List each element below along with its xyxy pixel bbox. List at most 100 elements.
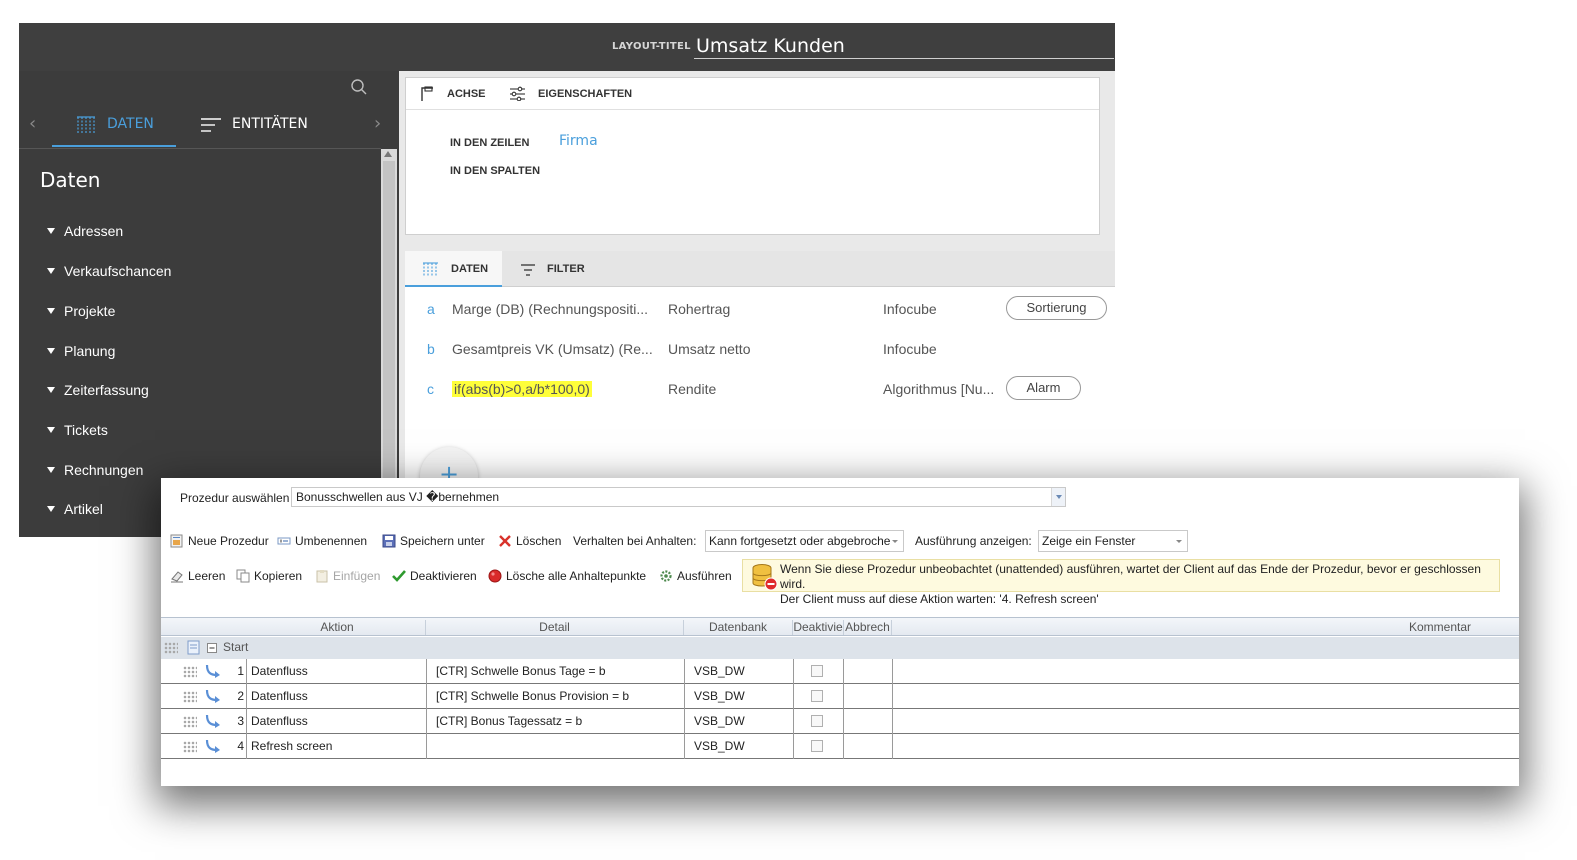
deactivate-checkbox[interactable] <box>811 715 823 727</box>
abort-cell[interactable] <box>843 659 892 684</box>
column-header-abort[interactable]: Abbrech <box>844 620 892 635</box>
dropdown-arrow-icon[interactable] <box>1051 488 1065 506</box>
database-cell[interactable]: VSB_DW <box>684 659 793 684</box>
caret-down-icon <box>47 268 55 274</box>
info-line: Wenn Sie diese Prozedur unbeobachtet (un… <box>780 562 1481 591</box>
detail-cell[interactable] <box>426 734 684 759</box>
collapse-icon[interactable] <box>207 643 217 653</box>
paste-button[interactable]: Einfügen <box>315 569 380 583</box>
clear-button[interactable]: Leeren <box>170 569 225 583</box>
step-number: 4 <box>237 739 244 753</box>
caret-down-icon <box>47 427 55 433</box>
comment-cell[interactable] <box>892 709 1519 734</box>
search-icon[interactable] <box>350 78 368 96</box>
measure-formula[interactable]: Marge (DB) (Rechnungspositi... <box>452 301 657 317</box>
measure-source: Infocube <box>883 341 937 357</box>
detail-cell[interactable]: [CTR] Schwelle Bonus Provision = b <box>426 684 684 709</box>
comment-cell[interactable] <box>892 659 1519 684</box>
tree-item-planung[interactable]: Planung <box>47 343 115 359</box>
action-cell[interactable]: Datenfluss <box>246 684 426 709</box>
tab-data[interactable]: DATEN <box>405 251 502 287</box>
step-number: 3 <box>237 714 244 728</box>
display-execution-select[interactable]: Zeige ein Fenster <box>1038 530 1188 552</box>
procedure-grid: Aktion Detail Datenbank Deaktivie Abbrec… <box>161 617 1519 763</box>
tree-item-artikel[interactable]: Artikel <box>47 501 103 517</box>
abort-cell[interactable] <box>843 734 892 759</box>
detail-cell[interactable]: [CTR] Bonus Tagessatz = b <box>426 709 684 734</box>
drag-handle-icon[interactable] <box>183 716 197 728</box>
comment-cell[interactable] <box>892 734 1519 759</box>
procedure-select[interactable]: Bonusschwellen aus VJ �bernehmen <box>291 487 1066 507</box>
tree-item-projekte[interactable]: Projekte <box>47 303 115 319</box>
deactivate-checkbox[interactable] <box>811 665 823 677</box>
list-item[interactable]: b Gesamtpreis VK (Umsatz) (Re... Umsatz … <box>405 336 1115 366</box>
column-header-action[interactable]: Aktion <box>249 620 426 635</box>
list-item[interactable]: c if(abs(b)>0,a/b*100,0) Rendite Algorit… <box>405 376 1115 406</box>
sort-button[interactable]: Sortierung <box>1006 296 1107 320</box>
tree-item-verkaufschancen[interactable]: Verkaufschancen <box>47 263 171 279</box>
run-button[interactable]: Ausführen <box>659 569 732 583</box>
tree-item-adressen[interactable]: Adressen <box>47 223 123 239</box>
detail-cell[interactable]: [CTR] Schwelle Bonus Tage = b <box>426 659 684 684</box>
rename-icon <box>277 537 291 545</box>
measure-formula[interactable]: Gesamtpreis VK (Umsatz) (Re... <box>452 341 657 357</box>
rows-value-chip[interactable]: Firma <box>559 133 598 149</box>
chevron-right-icon[interactable]: › <box>374 113 388 134</box>
rename-button[interactable]: Umbenennen <box>277 534 367 548</box>
tab-eigenschaften[interactable]: EIGENSCHAFTEN <box>538 88 632 100</box>
save-as-button[interactable]: Speichern unter <box>382 534 485 548</box>
database-cell[interactable]: VSB_DW <box>684 709 793 734</box>
tree-item-zeiterfassung[interactable]: Zeiterfassung <box>47 382 149 398</box>
delete-button[interactable]: Löschen <box>498 534 561 548</box>
measure-formula[interactable]: if(abs(b)>0,a/b*100,0) <box>452 381 657 397</box>
tree-item-tickets[interactable]: Tickets <box>47 422 108 438</box>
comment-cell[interactable] <box>892 684 1519 709</box>
clear-breakpoints-button[interactable]: Lösche alle Anhaltepunkte <box>488 569 646 583</box>
table-row[interactable]: 4 Refresh screen VSB_DW <box>161 734 1519 759</box>
tree-item-label: Rechnungen <box>64 462 144 478</box>
start-group-row[interactable]: Start <box>161 637 1519 659</box>
deactivate-button[interactable]: Deaktivieren <box>392 569 477 583</box>
measure-name[interactable]: Umsatz netto <box>668 341 750 357</box>
drag-handle-icon[interactable] <box>183 666 197 678</box>
tree-item-label: Projekte <box>64 303 116 319</box>
table-row[interactable]: 1 Datenfluss [CTR] Schwelle Bonus Tage =… <box>161 659 1519 684</box>
tab-daten[interactable]: DATEN <box>52 105 176 147</box>
table-row[interactable]: 3 Datenfluss [CTR] Bonus Tagessatz = b V… <box>161 709 1519 734</box>
procedure-dialog: Prozedur auswählen Bonusschwellen aus VJ… <box>161 478 1519 786</box>
tab-entitaeten[interactable]: ENTITÄTEN <box>199 105 329 147</box>
action-cell[interactable]: Datenfluss <box>246 709 426 734</box>
tree-item-rechnungen[interactable]: Rechnungen <box>47 462 143 478</box>
layout-title-input[interactable]: Umsatz Kunden <box>694 33 1114 59</box>
measure-source: Algorithmus [Nu... <box>883 381 995 397</box>
deactivate-checkbox[interactable] <box>811 740 823 752</box>
chevron-left-icon[interactable]: ‹ <box>29 113 43 134</box>
alarm-button[interactable]: Alarm <box>1006 376 1081 400</box>
action-cell[interactable]: Refresh screen <box>246 734 426 759</box>
column-header-database[interactable]: Datenbank <box>684 620 793 635</box>
action-cell[interactable]: Datenfluss <box>246 659 426 684</box>
deactivate-checkbox[interactable] <box>811 690 823 702</box>
database-cell[interactable]: VSB_DW <box>684 684 793 709</box>
tab-achse[interactable]: ACHSE <box>447 88 486 100</box>
table-row[interactable]: 2 Datenfluss [CTR] Schwelle Bonus Provis… <box>161 684 1519 709</box>
new-procedure-button[interactable]: Neue Prozedur <box>170 534 269 548</box>
copy-button[interactable]: Kopieren <box>236 569 302 583</box>
database-cell[interactable]: VSB_DW <box>684 734 793 759</box>
paste-label: Einfügen <box>333 569 381 583</box>
abort-cell[interactable] <box>843 709 892 734</box>
measure-name[interactable]: Rohertrag <box>668 301 730 317</box>
measure-name[interactable]: Rendite <box>668 381 716 397</box>
drag-handle-icon[interactable] <box>183 691 197 703</box>
column-header-comment[interactable]: Kommentar <box>892 620 1519 635</box>
tab-filter[interactable]: FILTER <box>547 263 585 275</box>
grid-header: Aktion Detail Datenbank Deaktivie Abbrec… <box>161 617 1519 636</box>
drag-handle-icon[interactable] <box>164 642 178 654</box>
halt-behaviour-select[interactable]: Kann fortgesetzt oder abgebroche <box>705 530 904 552</box>
drag-handle-icon[interactable] <box>183 741 197 753</box>
scroll-up-icon[interactable] <box>384 151 392 157</box>
abort-cell[interactable] <box>843 684 892 709</box>
list-item[interactable]: a Marge (DB) (Rechnungspositi... Rohertr… <box>405 296 1115 326</box>
column-header-detail[interactable]: Detail <box>426 620 684 635</box>
column-header-deactivated[interactable]: Deaktivie <box>793 620 844 635</box>
